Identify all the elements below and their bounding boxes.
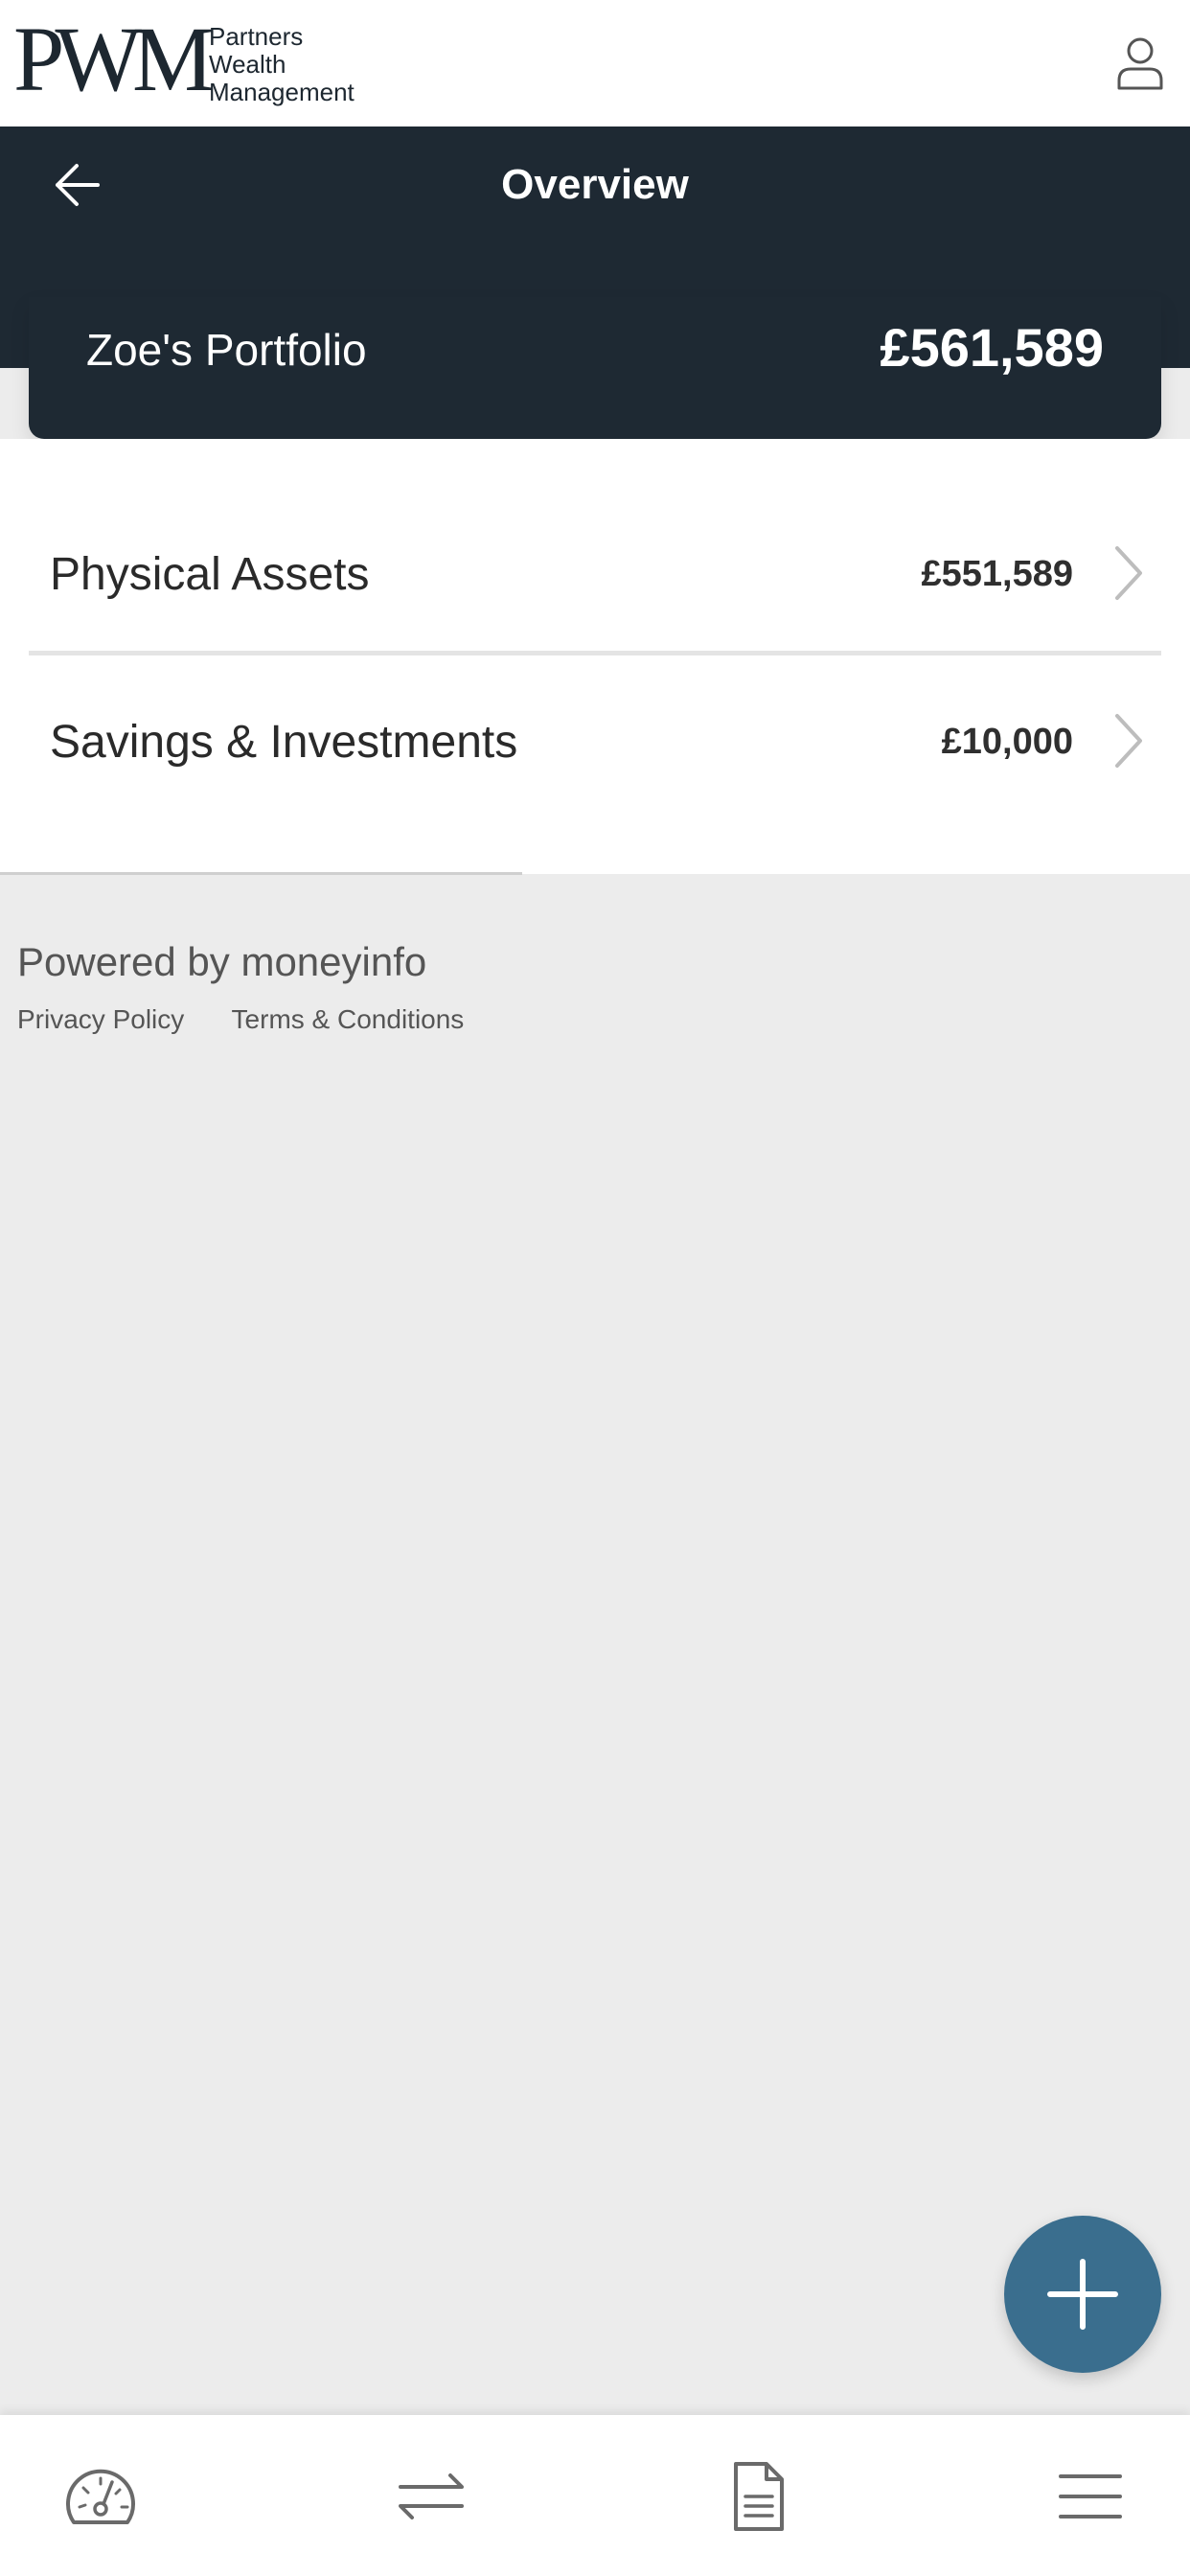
plus-icon bbox=[1047, 2259, 1118, 2330]
footer-links: Privacy Policy Terms & Conditions bbox=[17, 1004, 504, 1035]
portfolio-name: Zoe's Portfolio bbox=[86, 325, 367, 375]
chevron-right-icon bbox=[1115, 714, 1142, 768]
portfolio-summary-card: Zoe's Portfolio £561,589 bbox=[29, 297, 1161, 439]
nav-dashboard[interactable] bbox=[53, 2453, 149, 2540]
document-icon bbox=[734, 2462, 784, 2531]
brand-logo-mark: PWM bbox=[13, 8, 214, 110]
brand-logo-text: Partners Wealth Management bbox=[209, 23, 355, 106]
dashboard-gauge-icon bbox=[66, 2469, 135, 2524]
category-row-savings-investments[interactable]: Savings & Investments £10,000 bbox=[29, 660, 1161, 823]
app-screen: PWM Partners Wealth Management Overview … bbox=[0, 0, 1190, 2576]
nav-menu[interactable] bbox=[1042, 2453, 1138, 2540]
powered-by-text: Powered by moneyinfo bbox=[17, 939, 427, 984]
brand-line-1: Partners bbox=[209, 22, 304, 51]
category-list: Physical Assets £551,589 Savings & Inves… bbox=[0, 439, 1190, 874]
list-bottom-divider bbox=[0, 872, 522, 875]
category-value: £10,000 bbox=[941, 722, 1073, 762]
nav-documents[interactable] bbox=[711, 2453, 807, 2540]
profile-button[interactable] bbox=[1106, 29, 1175, 98]
category-value: £551,589 bbox=[921, 554, 1074, 594]
transfer-arrows-icon bbox=[399, 2473, 464, 2519]
bottom-nav bbox=[0, 2415, 1190, 2576]
portfolio-total: £561,589 bbox=[880, 317, 1104, 378]
terms-conditions-link[interactable]: Terms & Conditions bbox=[232, 1004, 465, 1034]
add-fab-button[interactable] bbox=[1004, 2216, 1161, 2373]
menu-icon bbox=[1059, 2474, 1122, 2518]
top-bar: PWM Partners Wealth Management bbox=[0, 0, 1190, 126]
chevron-right-icon bbox=[1115, 546, 1142, 600]
brand-line-3: Management bbox=[209, 78, 355, 106]
privacy-policy-link[interactable]: Privacy Policy bbox=[17, 1004, 184, 1034]
brand-line-2: Wealth bbox=[209, 50, 286, 79]
page-title: Overview bbox=[501, 161, 689, 208]
category-label: Savings & Investments bbox=[50, 717, 518, 768]
category-row-physical-assets[interactable]: Physical Assets £551,589 bbox=[29, 493, 1161, 656]
category-label: Physical Assets bbox=[50, 549, 370, 600]
nav-transfers[interactable] bbox=[383, 2453, 479, 2540]
user-icon bbox=[1117, 37, 1163, 90]
